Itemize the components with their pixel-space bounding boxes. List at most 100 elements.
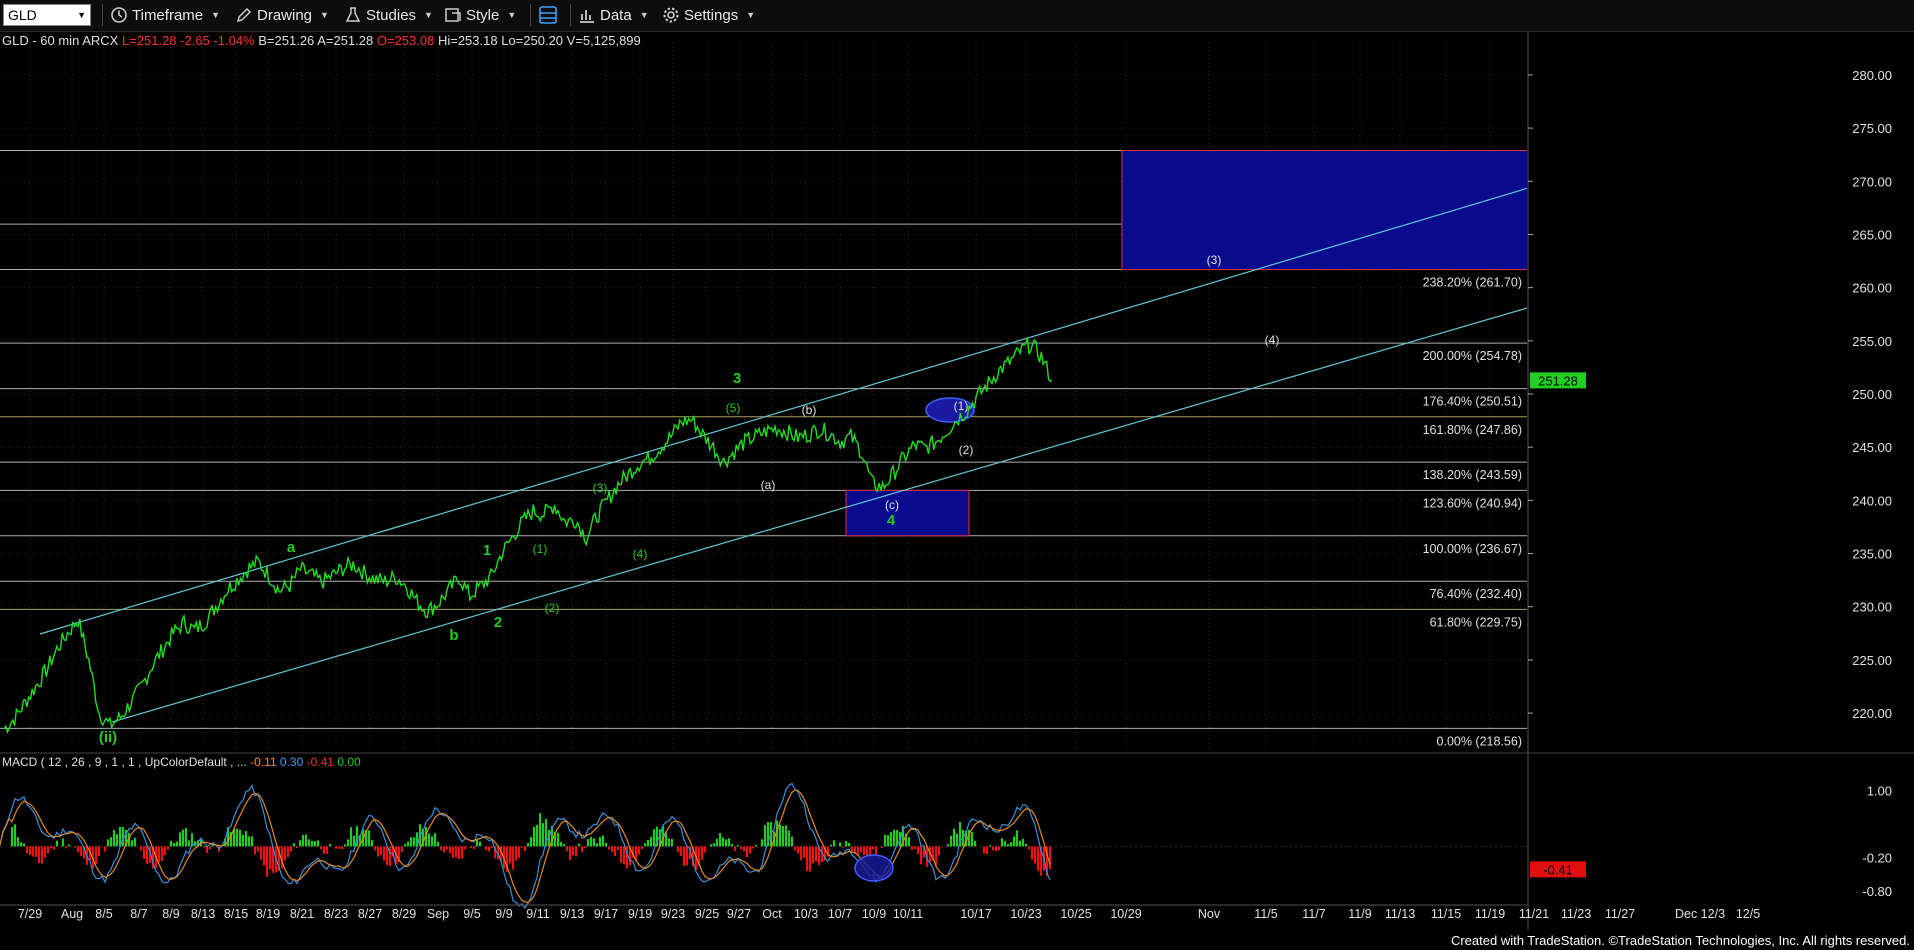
toolbar-divider (530, 4, 531, 26)
wave-label: (c) (885, 498, 899, 512)
current-price-label: 251.28 (1538, 373, 1578, 388)
layout-button[interactable] (538, 4, 562, 26)
chevron-down-icon: ▼ (507, 10, 517, 20)
time-tick-label: 10/9 (862, 907, 886, 921)
time-tick-label: 11/5 (1254, 907, 1277, 921)
time-tick-label: 11/27 (1605, 907, 1635, 921)
time-tick-label: 10/17 (960, 907, 991, 921)
time-tick-label: 11/23 (1561, 907, 1591, 921)
fib-level-label: 76.40% (232.40) (1430, 587, 1522, 601)
macd-current-label: -0.41 (1543, 862, 1573, 877)
time-tick-label: 9/13 (560, 907, 584, 921)
price-tick-label: 280.00 (1852, 68, 1892, 83)
price-axis: 220.00 225.00 230.00 235.00 240.00 245.00 250.… (1527, 31, 1914, 950)
drawing-label: Drawing (257, 6, 313, 24)
toolbar-divider (102, 4, 103, 26)
studies-button[interactable]: Studies ▼ (344, 4, 433, 26)
wave-label: (a) (761, 478, 776, 492)
time-tick-label: 11/15 (1431, 907, 1461, 921)
fib-level-label: 100.00% (236.67) (1423, 542, 1522, 556)
target-box (845, 489, 970, 537)
time-tick-label: Nov (1198, 907, 1221, 921)
wave-label: (3) (593, 481, 608, 495)
bid-price: B=251.26 (258, 33, 315, 48)
wave-label: (3) (1207, 253, 1222, 267)
time-tick-label: 12/5 (1736, 907, 1760, 921)
symbol-selector[interactable]: GLD ▼ (3, 4, 91, 26)
wave-label: b (449, 627, 458, 644)
time-tick-label: 8/7 (130, 907, 147, 921)
fib-level-label: 61.80% (229.75) (1430, 615, 1522, 629)
time-tick-label: 8/29 (392, 907, 416, 921)
time-tick-label: 10/25 (1060, 907, 1091, 921)
settings-button[interactable]: Settings ▼ (662, 4, 755, 26)
macd-zero-value: 0.00 (337, 755, 361, 769)
chevron-down-icon: ▼ (211, 10, 221, 20)
time-tick-label: 11/21 (1519, 907, 1549, 921)
chevron-down-icon: ▼ (424, 10, 433, 20)
drawing-button[interactable]: Drawing ▼ (235, 4, 329, 26)
wave-label: (1) (533, 542, 548, 556)
price-tick-label: 235.00 (1852, 547, 1892, 562)
symbol-description: GLD - 60 min ARCX (2, 33, 119, 48)
clock-icon (111, 7, 127, 23)
macd-avg-value: 0.30 (279, 755, 304, 769)
macd-highlight-ellipse (854, 854, 894, 882)
volume: V=5,125,899 (566, 33, 641, 48)
fib-level-label: 200.00% (254.78) (1423, 349, 1522, 363)
price-tick-label: 220.00 (1852, 706, 1892, 721)
time-tick-label: 9/23 (661, 907, 685, 921)
layout-icon (539, 6, 557, 24)
net-change: -2.65 (180, 33, 210, 48)
wave-label: a (287, 539, 296, 556)
bar-chart-icon (580, 10, 594, 23)
price-tick-label: 265.00 (1852, 227, 1892, 242)
percent-change: -1.04% (213, 33, 255, 48)
wave-label: (2) (959, 443, 974, 457)
price-tick-label: 275.00 (1852, 121, 1892, 136)
macd-value: -0.11 (250, 755, 277, 769)
flask-icon (345, 7, 361, 22)
studies-label: Studies (366, 6, 417, 24)
price-tick-label: 270.00 (1852, 174, 1892, 189)
fib-level-label: 0.00% (218.56) (1437, 734, 1522, 748)
data-button[interactable]: Data ▼ (578, 4, 649, 26)
time-tick-label: 9/17 (594, 907, 618, 921)
timeframe-button[interactable]: Timeframe ▼ (110, 4, 220, 26)
wave-label: 1 (483, 542, 491, 559)
pencil-icon (236, 7, 252, 23)
time-tick-label: 8/15 (224, 907, 248, 921)
ask-price: A=251.28 (317, 33, 374, 48)
chevron-down-icon: ▼ (77, 10, 86, 20)
time-tick-label: 7/29 (18, 907, 42, 921)
time-tick-label: 11/13 (1385, 907, 1415, 921)
fib-level-label: 176.40% (250.51) (1423, 395, 1522, 409)
fib-level-label: 138.20% (243.59) (1423, 468, 1522, 482)
style-button[interactable]: Style ▼ (444, 4, 516, 26)
time-tick-label: 11/7 (1302, 907, 1325, 921)
wave-label: (1) (954, 399, 969, 413)
symbol-info-bar: GLD - 60 min ARCX L=251.28 -2.65 -1.04% … (2, 33, 641, 48)
price-tick-label: 245.00 (1852, 440, 1892, 455)
time-tick-label: 10/29 (1110, 907, 1141, 921)
fib-level-label: 161.80% (247.86) (1423, 423, 1522, 437)
toolbar: GLD ▼ Timeframe ▼ Drawing ▼ Studies ▼ Style… (0, 0, 1914, 32)
time-tick-label: 10/3 (794, 907, 818, 921)
price-axis-background (1527, 31, 1914, 950)
time-tick-label: 9/5 (463, 907, 480, 921)
time-tick-label: 9/27 (727, 907, 751, 921)
symbol-text: GLD (8, 7, 37, 23)
price-tick-label: 250.00 (1852, 387, 1892, 402)
price-tick-label: 240.00 (1852, 493, 1892, 508)
time-tick-label: Oct (762, 907, 782, 921)
high-price: Hi=253.18 (437, 33, 498, 48)
time-tick-label: 8/27 (358, 907, 382, 921)
time-tick-label: 11/9 (1348, 907, 1371, 921)
time-tick-label: 9/25 (695, 907, 719, 921)
style-icon (445, 8, 461, 22)
macd-tick-label: -0.20 (1862, 851, 1892, 866)
macd-line (0, 782, 1051, 909)
fib-level-label: 238.20% (261.70) (1423, 276, 1522, 290)
macd-diff-value: -0.41 (306, 755, 334, 769)
time-tick-label: 10/11 (893, 907, 923, 921)
